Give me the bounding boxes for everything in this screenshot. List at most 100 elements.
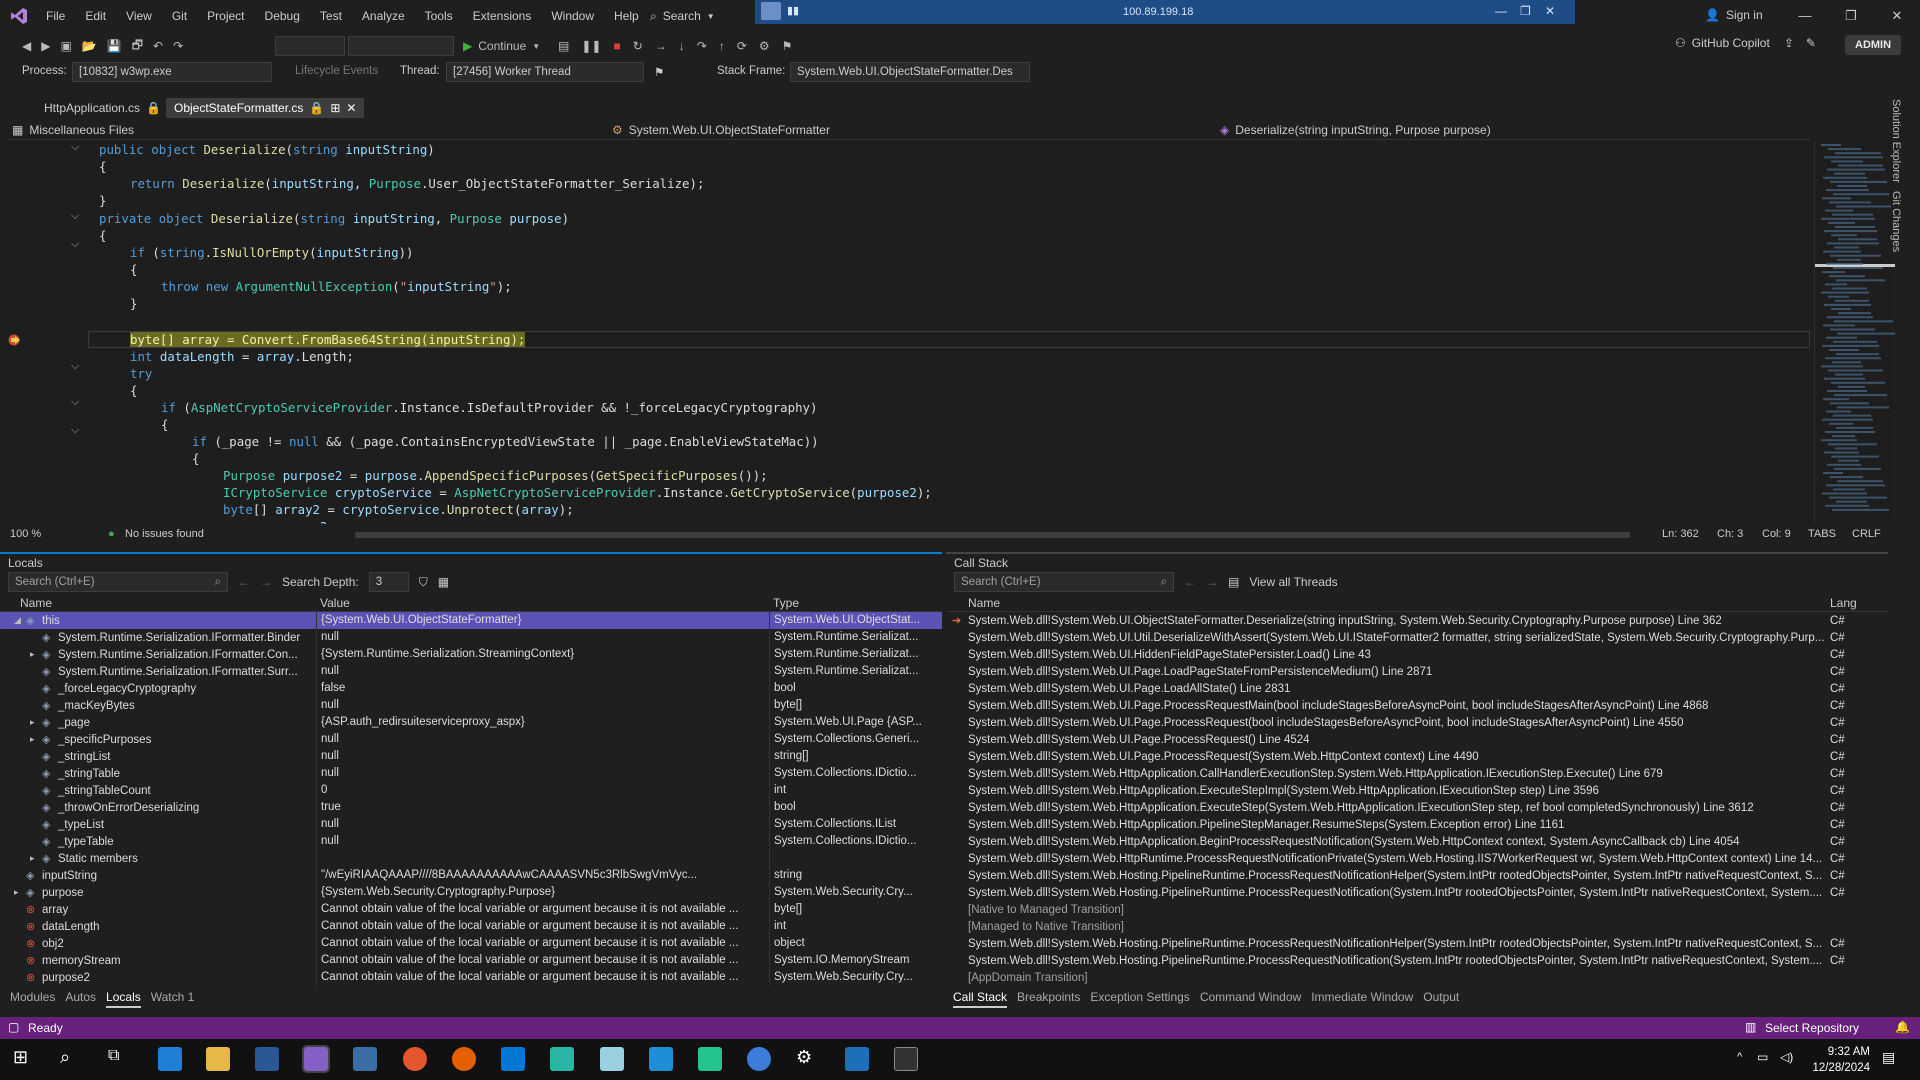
step-over-icon[interactable]: ↷ bbox=[697, 39, 707, 53]
locals-row[interactable]: ⊗ memoryStream Cannot obtain value of the … bbox=[0, 952, 942, 969]
locals-row[interactable]: ◈ _macKeyBytes null byte[] bbox=[0, 697, 942, 714]
tray-chevron-icon[interactable]: ^ bbox=[1737, 1051, 1742, 1063]
remote-desktop-icon[interactable] bbox=[845, 1047, 869, 1071]
vscode-icon[interactable] bbox=[501, 1047, 525, 1071]
locals-value[interactable]: Cannot obtain value of the local variabl… bbox=[316, 901, 769, 918]
locals-value[interactable]: null bbox=[316, 629, 769, 646]
callstack-row[interactable]: System.Web.dll!System.Web.UI.Page.Proces… bbox=[946, 748, 1888, 765]
bell-icon[interactable]: 🔔 bbox=[1895, 1020, 1910, 1034]
locals-row[interactable]: ◈ System.Runtime.Serialization.IFormatter… bbox=[0, 629, 942, 646]
locals-row[interactable]: ⊗ obj2 Cannot obtain value of the local va… bbox=[0, 935, 942, 952]
select-repository-button[interactable]: Select Repository bbox=[1765, 1021, 1859, 1035]
close-icon[interactable]: ✕ bbox=[1874, 0, 1920, 32]
share-icon[interactable]: ⇪ bbox=[1784, 36, 1794, 50]
filter-icon[interactable]: ⛉ bbox=[419, 575, 428, 590]
locals-value[interactable]: {System.Web.Security.Cryptography.Purpos… bbox=[316, 884, 769, 901]
col-lang[interactable]: Lang bbox=[1826, 596, 1866, 610]
pin-icon[interactable] bbox=[761, 2, 781, 20]
redo-icon[interactable]: ↷ bbox=[173, 39, 183, 53]
notifications-icon[interactable]: ▤ bbox=[1882, 1049, 1895, 1066]
tab-output[interactable]: Output bbox=[1423, 990, 1459, 1008]
tab-locals[interactable]: Locals bbox=[106, 990, 141, 1008]
table-view-icon[interactable]: ▦ bbox=[438, 575, 449, 589]
locals-value[interactable]: null bbox=[316, 748, 769, 765]
stack-frame-dropdown[interactable]: System.Web.UI.ObjectStateFormatter.Des bbox=[790, 62, 1030, 82]
locals-value[interactable]: "/wEyiRIAAQAAAP////8BAAAAAAAAAAwCAAAASVN… bbox=[316, 867, 769, 884]
menu-extensions[interactable]: Extensions bbox=[463, 0, 542, 32]
step-out-icon[interactable]: ↑ bbox=[719, 39, 725, 53]
platform-dropdown[interactable] bbox=[348, 36, 454, 56]
maximize-icon[interactable]: ❐ bbox=[1828, 0, 1874, 32]
callstack-row[interactable]: System.Web.dll!System.Web.HttpApplicatio… bbox=[946, 782, 1888, 799]
menu-analyze[interactable]: Analyze bbox=[352, 0, 415, 32]
tab-watch1[interactable]: Watch 1 bbox=[151, 990, 195, 1008]
fold-icon[interactable]: ⌵ bbox=[71, 238, 81, 251]
expand-icon[interactable]: ◢ bbox=[14, 615, 26, 626]
callstack-row[interactable]: System.Web.dll!System.Web.HttpApplicatio… bbox=[946, 765, 1888, 782]
locals-value[interactable]: {System.Web.UI.ObjectStateFormatter} bbox=[316, 612, 769, 629]
locals-row[interactable]: ⊗ dataLength Cannot obtain value of the lo… bbox=[0, 918, 942, 935]
settings-icon[interactable]: ⚙ bbox=[796, 1047, 820, 1071]
locals-row[interactable]: ◈ inputString "/wEyiRIAAQAAAP////8BAAAAAAA… bbox=[0, 867, 942, 884]
fold-icon[interactable]: ⌵ bbox=[71, 141, 81, 154]
save-icon[interactable]: 💾 bbox=[107, 39, 122, 53]
expand-icon[interactable]: ▸ bbox=[14, 887, 26, 898]
edge-icon[interactable] bbox=[158, 1047, 182, 1071]
locals-value[interactable]: null bbox=[316, 833, 769, 850]
callstack-row[interactable]: System.Web.dll!System.Web.HttpRuntime.Pr… bbox=[946, 850, 1888, 867]
step-into-icon[interactable]: ↓ bbox=[679, 39, 685, 53]
visual-studio-taskbar-icon[interactable] bbox=[302, 1045, 330, 1073]
locals-row[interactable]: ▸ ◈ _page {ASP.auth_redirsuiteserviceproxy_… bbox=[0, 714, 942, 731]
menu-file[interactable]: File bbox=[36, 0, 75, 32]
fold-icon[interactable]: ⌵ bbox=[71, 424, 81, 437]
callstack-row[interactable]: System.Web.dll!System.Web.UI.Util.Deseri… bbox=[946, 629, 1888, 646]
forward-icon[interactable]: → bbox=[1206, 575, 1218, 589]
tab-autos[interactable]: Autos bbox=[65, 990, 96, 1008]
locals-row[interactable]: ◈ _typeTable null System.Collections.IDicti… bbox=[0, 833, 942, 850]
new-item-icon[interactable]: ▣ bbox=[60, 39, 71, 53]
pin-icon[interactable]: ⊞ bbox=[330, 101, 340, 115]
code-editor[interactable]: ⌵ ⌵ ⌵ ⌵ ⌵ ⌵ public object Deserialize(st… bbox=[0, 140, 1812, 524]
app-icon[interactable] bbox=[550, 1047, 574, 1071]
menu-test[interactable]: Test bbox=[310, 0, 352, 32]
fold-icon[interactable]: ⌵ bbox=[71, 360, 81, 373]
save-all-icon[interactable]: 🗗 bbox=[132, 36, 143, 57]
callstack-row[interactable]: System.Web.dll!System.Web.UI.HiddenField… bbox=[946, 646, 1888, 663]
locals-value[interactable]: null bbox=[316, 663, 769, 680]
locals-row[interactable]: ▸ ◈ purpose {System.Web.Security.Cryptograp… bbox=[0, 884, 942, 901]
locals-row[interactable]: ⊗ purpose2 Cannot obtain value of the loca… bbox=[0, 969, 942, 986]
locals-row[interactable]: ◈ _stringList null string[] bbox=[0, 748, 942, 765]
tab-call-stack[interactable]: Call Stack bbox=[953, 990, 1008, 1008]
expand-icon[interactable]: ▸ bbox=[30, 649, 42, 660]
app-icon[interactable] bbox=[353, 1047, 377, 1071]
stop-icon[interactable]: ■ bbox=[613, 39, 620, 53]
locals-row[interactable]: ◈ _typeList null System.Collections.IList bbox=[0, 816, 942, 833]
callstack-row[interactable]: System.Web.dll!System.Web.UI.Page.LoadAl… bbox=[946, 680, 1888, 697]
callstack-row[interactable]: System.Web.dll!System.Web.Hosting.Pipeli… bbox=[946, 935, 1888, 952]
callstack-row[interactable]: System.Web.dll!System.Web.HttpApplicatio… bbox=[946, 833, 1888, 850]
view-all-threads-button[interactable]: View all Threads bbox=[1249, 575, 1337, 589]
volume-icon[interactable]: ◁) bbox=[1780, 1050, 1793, 1064]
expand-icon[interactable]: ▸ bbox=[30, 853, 42, 864]
locals-row[interactable]: ◈ _stringTableCount 0 int bbox=[0, 782, 942, 799]
locals-value[interactable]: 0 bbox=[316, 782, 769, 799]
line-ending[interactable]: CRLF bbox=[1852, 528, 1881, 540]
callstack-row[interactable]: System.Web.dll!System.Web.HttpApplicatio… bbox=[946, 799, 1888, 816]
tab-breakpoints[interactable]: Breakpoints bbox=[1017, 990, 1080, 1008]
type-dropdown[interactable]: ⚙ System.Web.UI.ObjectStateFormatter bbox=[612, 123, 830, 137]
callstack-row[interactable]: [Managed to Native Transition] bbox=[946, 918, 1888, 935]
locals-value[interactable]: null bbox=[316, 816, 769, 833]
back-icon[interactable]: ← bbox=[238, 575, 250, 589]
locals-row[interactable]: ◈ _forceLegacyCryptography false bool bbox=[0, 680, 942, 697]
forward-icon[interactable]: → bbox=[260, 575, 272, 589]
locals-row[interactable]: ▸ ◈ System.Runtime.Serialization.IFormatte… bbox=[0, 646, 942, 663]
fold-icon[interactable]: ⌵ bbox=[71, 396, 81, 409]
callstack-row[interactable]: [AppDomain Transition] bbox=[946, 969, 1888, 986]
remote-restore-icon[interactable]: ❐ bbox=[1520, 4, 1531, 18]
process-dropdown[interactable]: [10832] w3wp.exe bbox=[72, 62, 272, 82]
camera-icon[interactable]: ▤ bbox=[558, 39, 569, 53]
diagnostics-icon[interactable]: ⚙ bbox=[759, 39, 770, 53]
callstack-search-input[interactable]: Search (Ctrl+E) ⌕ bbox=[954, 572, 1174, 592]
horizontal-scrollbar[interactable] bbox=[355, 532, 1630, 538]
callstack-row[interactable]: System.Web.dll!System.Web.UI.Page.Proces… bbox=[946, 714, 1888, 731]
